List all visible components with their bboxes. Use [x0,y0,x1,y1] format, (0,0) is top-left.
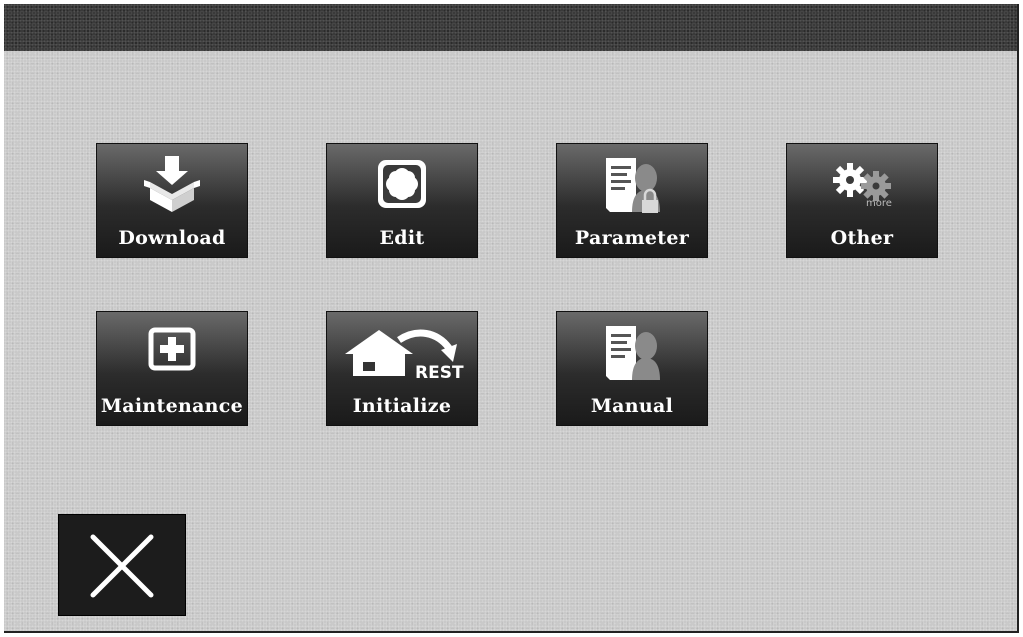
svg-text:more: more [866,198,892,209]
parameter-icon [596,154,668,216]
close-button[interactable] [58,514,186,616]
parameter-button[interactable]: Parameter [556,143,708,258]
download-label: Download [118,227,226,249]
main-screen: Download Edit Parameter more Other Maint… [4,4,1019,633]
edit-label: Edit [379,227,425,249]
manual-icon [596,322,668,384]
manual-label: Manual [590,395,674,417]
initialize-button[interactable]: REST Initialize [326,311,478,426]
parameter-label: Parameter [574,227,690,249]
house-reset-icon: REST [337,322,467,384]
plus-box-icon [136,322,208,384]
svg-text:REST: REST [415,363,464,383]
download-icon [136,154,208,216]
gears-more-icon: more [826,154,898,216]
other-button[interactable]: more Other [786,143,938,258]
edit-icon [366,154,438,216]
other-label: Other [830,227,894,249]
title-bar [4,4,1017,51]
manual-button[interactable]: Manual [556,311,708,426]
close-icon [90,534,154,598]
download-button[interactable]: Download [96,143,248,258]
initialize-label: Initialize [352,395,452,417]
maintenance-button[interactable]: Maintenance [96,311,248,426]
edit-button[interactable]: Edit [326,143,478,258]
maintenance-label: Maintenance [100,395,244,417]
